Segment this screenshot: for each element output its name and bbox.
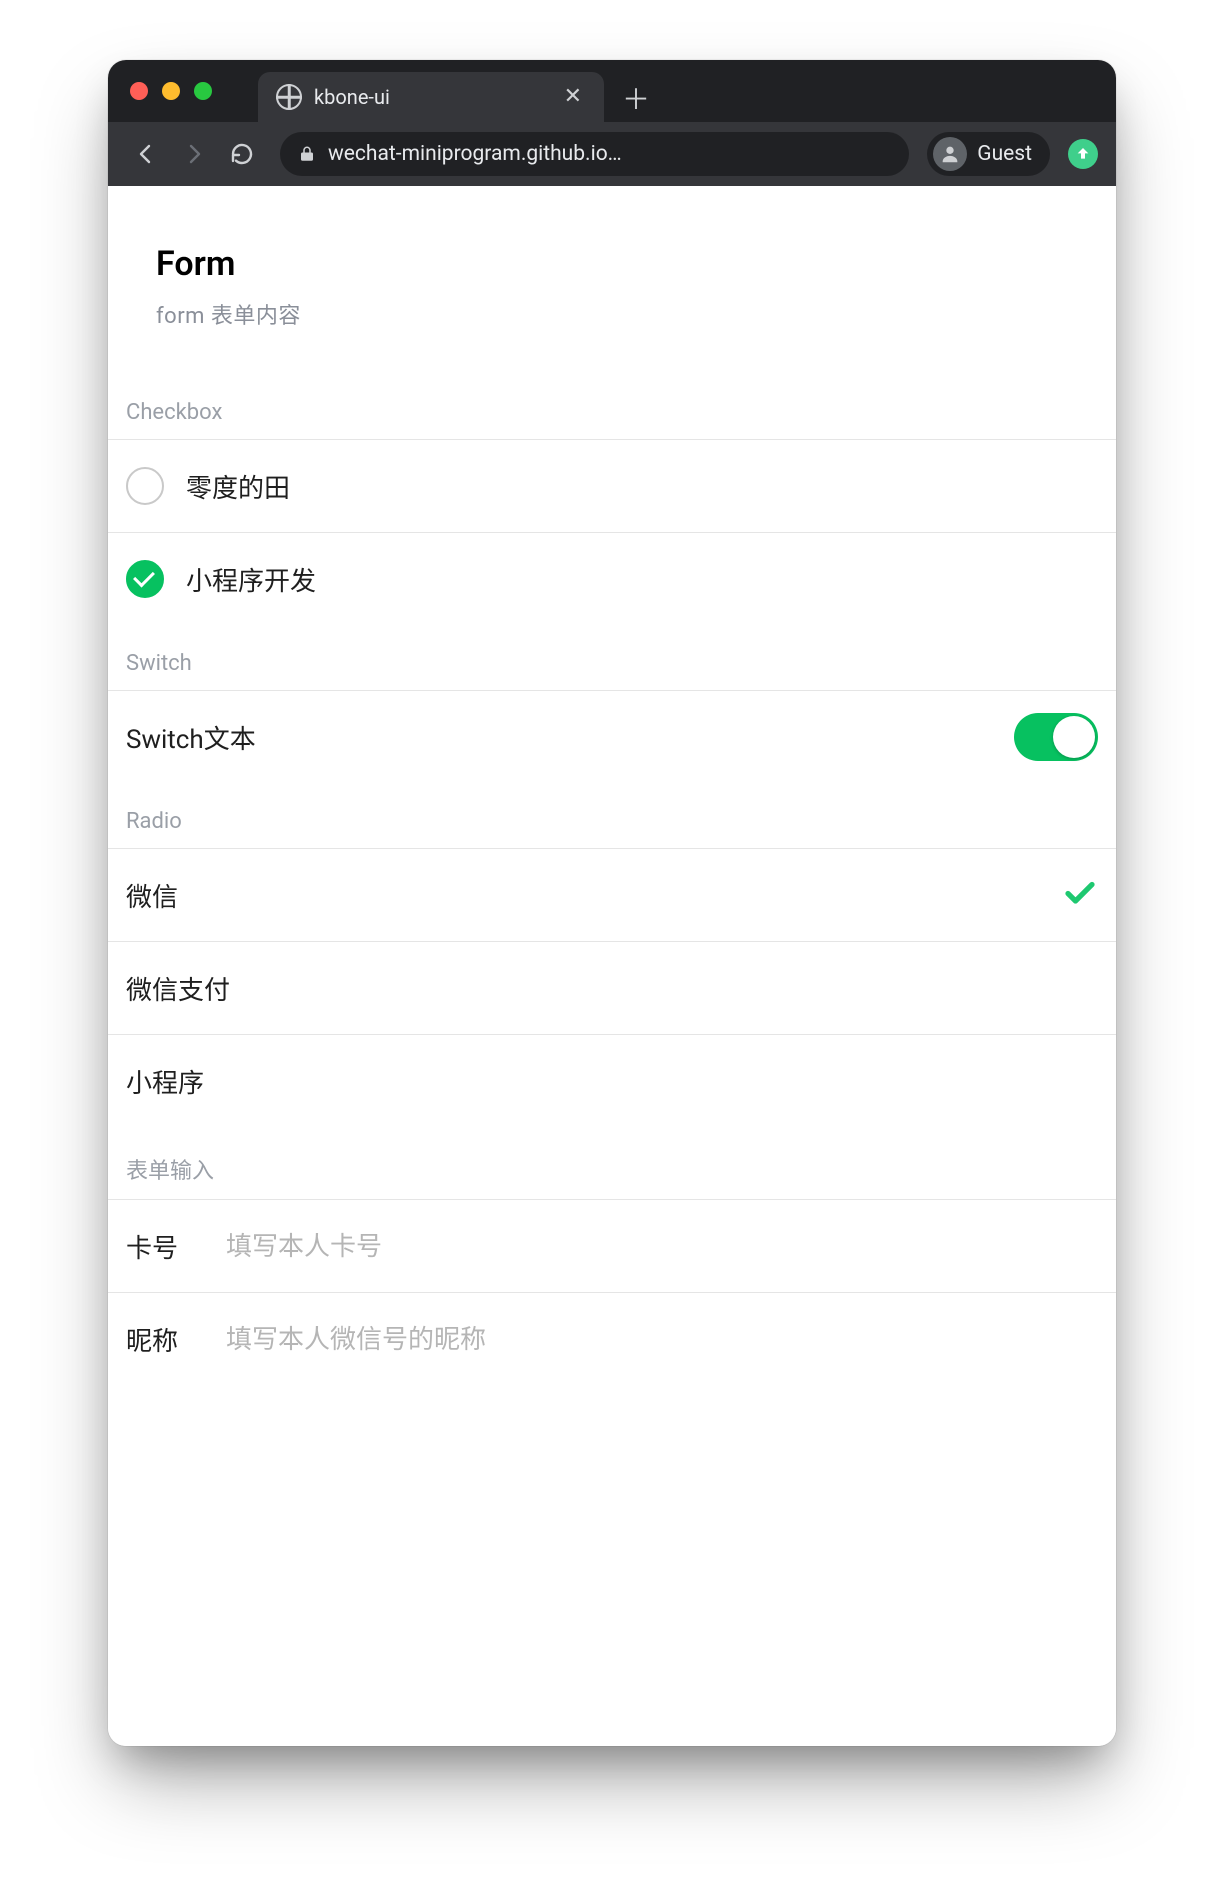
checkmark-icon bbox=[1062, 874, 1098, 917]
browser-window: kbone-ui ✕ ＋ wechat-miniprogram.github.i… bbox=[108, 60, 1116, 1746]
checkbox-item-1[interactable]: 小程序开发 bbox=[108, 533, 1116, 625]
page-header: Form form 表单内容 bbox=[108, 186, 1116, 374]
radio-item-0[interactable]: 微信 bbox=[108, 849, 1116, 942]
checkbox-checked-icon bbox=[126, 560, 164, 598]
reload-button[interactable] bbox=[222, 134, 262, 174]
switch-label: Switch文本 bbox=[126, 719, 992, 756]
forward-button[interactable] bbox=[174, 134, 214, 174]
profile-avatar-icon bbox=[933, 137, 967, 171]
browser-tabstrip: kbone-ui ✕ ＋ bbox=[108, 60, 1116, 122]
window-controls bbox=[130, 82, 212, 100]
profile-chip[interactable]: Guest bbox=[927, 132, 1050, 176]
browser-toolbar: wechat-miniprogram.github.io… Guest bbox=[108, 122, 1116, 186]
back-button[interactable] bbox=[126, 134, 166, 174]
section-title-checkbox: Checkbox bbox=[108, 374, 1116, 439]
page-content: Form form 表单内容 Checkbox 零度的田 小程序开发 Switc… bbox=[108, 186, 1116, 1746]
new-tab-button[interactable]: ＋ bbox=[604, 78, 668, 122]
switch-row: Switch文本 bbox=[108, 691, 1116, 783]
address-bar-url: wechat-miniprogram.github.io… bbox=[328, 142, 891, 166]
checkbox-label: 小程序开发 bbox=[186, 561, 1098, 598]
window-close-button[interactable] bbox=[130, 82, 148, 100]
checkbox-item-0[interactable]: 零度的田 bbox=[108, 440, 1116, 533]
window-minimize-button[interactable] bbox=[162, 82, 180, 100]
input-row-nick: 昵称 bbox=[108, 1293, 1116, 1385]
switch-group: Switch文本 bbox=[108, 690, 1116, 783]
lock-icon bbox=[298, 145, 316, 163]
window-zoom-button[interactable] bbox=[194, 82, 212, 100]
card-number-input[interactable] bbox=[224, 1230, 1098, 1263]
checkbox-label: 零度的田 bbox=[186, 468, 1098, 505]
profile-label: Guest bbox=[977, 142, 1032, 166]
input-label-nick: 昵称 bbox=[126, 1321, 198, 1358]
tab-title: kbone-ui bbox=[314, 85, 548, 109]
radio-label: 微信支付 bbox=[126, 970, 1098, 1007]
tab-close-button[interactable]: ✕ bbox=[560, 86, 586, 108]
page-title: Form bbox=[156, 244, 1068, 284]
radio-item-1[interactable]: 微信支付 bbox=[108, 942, 1116, 1035]
nickname-input[interactable] bbox=[224, 1323, 1098, 1356]
checkbox-group: 零度的田 小程序开发 bbox=[108, 439, 1116, 625]
radio-group: 微信 微信支付 小程序 bbox=[108, 848, 1116, 1127]
section-title-inputs: 表单输入 bbox=[108, 1127, 1116, 1199]
input-label-card: 卡号 bbox=[126, 1228, 198, 1265]
radio-label: 微信 bbox=[126, 877, 1040, 914]
checkbox-icon bbox=[126, 467, 164, 505]
address-bar[interactable]: wechat-miniprogram.github.io… bbox=[280, 132, 909, 176]
page-subtitle: form 表单内容 bbox=[156, 298, 1068, 330]
radio-item-2[interactable]: 小程序 bbox=[108, 1035, 1116, 1127]
switch-toggle[interactable] bbox=[1014, 713, 1098, 761]
extension-badge[interactable] bbox=[1068, 139, 1098, 169]
globe-icon bbox=[276, 84, 302, 110]
input-row-card: 卡号 bbox=[108, 1200, 1116, 1293]
radio-label: 小程序 bbox=[126, 1063, 1098, 1100]
input-group: 卡号 昵称 bbox=[108, 1199, 1116, 1385]
browser-tab[interactable]: kbone-ui ✕ bbox=[258, 72, 604, 122]
section-title-radio: Radio bbox=[108, 783, 1116, 848]
section-title-switch: Switch bbox=[108, 625, 1116, 690]
